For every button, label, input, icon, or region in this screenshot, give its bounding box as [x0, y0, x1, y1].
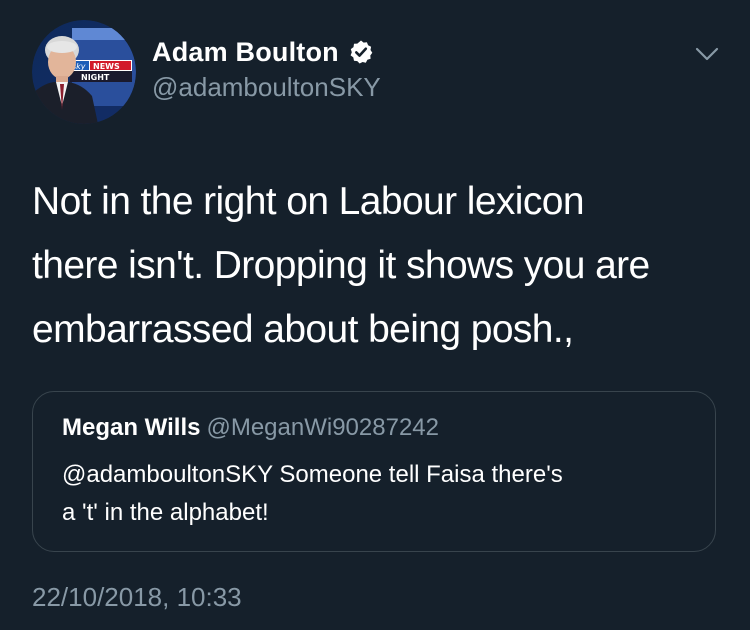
tweet-text-line: there isn't. Dropping it shows you are: [32, 244, 650, 287]
author-name-row[interactable]: Adam Boulton: [152, 34, 374, 70]
avatar[interactable]: sky NEWS NIGHT: [32, 20, 136, 124]
tweet-text-line: Not in the right on Labour lexicon: [32, 180, 585, 223]
avatar-show: NIGHT: [81, 73, 110, 82]
tweet-timestamp[interactable]: 22/10/2018, 10:33: [32, 582, 242, 613]
quoted-tweet-text-line: a 't' in the alphabet!: [62, 499, 269, 526]
quoted-author-name: Megan Wills: [62, 414, 201, 441]
quoted-tweet[interactable]: Megan Wills @MeganWi90287242 @adamboulton…: [32, 391, 716, 552]
tweet-text-line: embarrassed about being posh.,: [32, 308, 574, 351]
avatar-brand: NEWS: [93, 62, 120, 71]
tweet-text: Not in the right on Labour lexicon there…: [32, 170, 722, 362]
quoted-tweet-header: Megan Wills @MeganWi90287242: [62, 414, 439, 442]
tweet: sky NEWS NIGHT Adam Boulton @adamboulton…: [0, 0, 750, 630]
chevron-down-icon[interactable]: [690, 40, 724, 68]
avatar-image: sky NEWS NIGHT: [32, 20, 136, 124]
quoted-tweet-text: @adamboultonSKY Someone tell Faisa there…: [62, 456, 702, 532]
author-handle[interactable]: @adamboultonSKY: [152, 72, 381, 103]
quoted-author-handle: @MeganWi90287242: [206, 414, 439, 441]
verified-badge-icon: [348, 39, 374, 65]
quoted-tweet-text-line: @adamboultonSKY Someone tell Faisa there…: [62, 461, 563, 488]
author-name[interactable]: Adam Boulton: [152, 37, 339, 68]
